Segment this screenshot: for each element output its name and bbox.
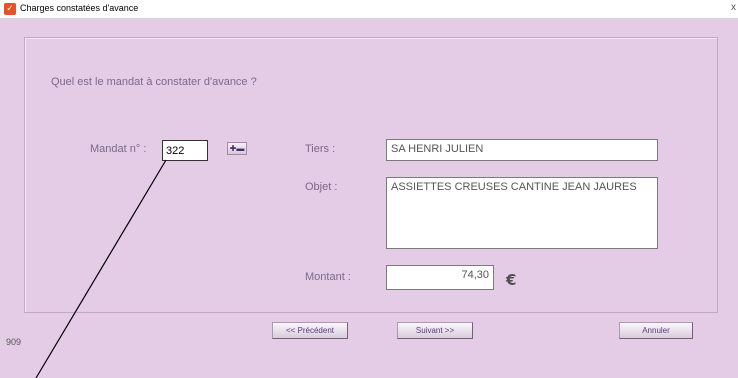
annotation-overlay bbox=[35, 159, 167, 378]
annotation-arrow-line bbox=[35, 159, 167, 378]
